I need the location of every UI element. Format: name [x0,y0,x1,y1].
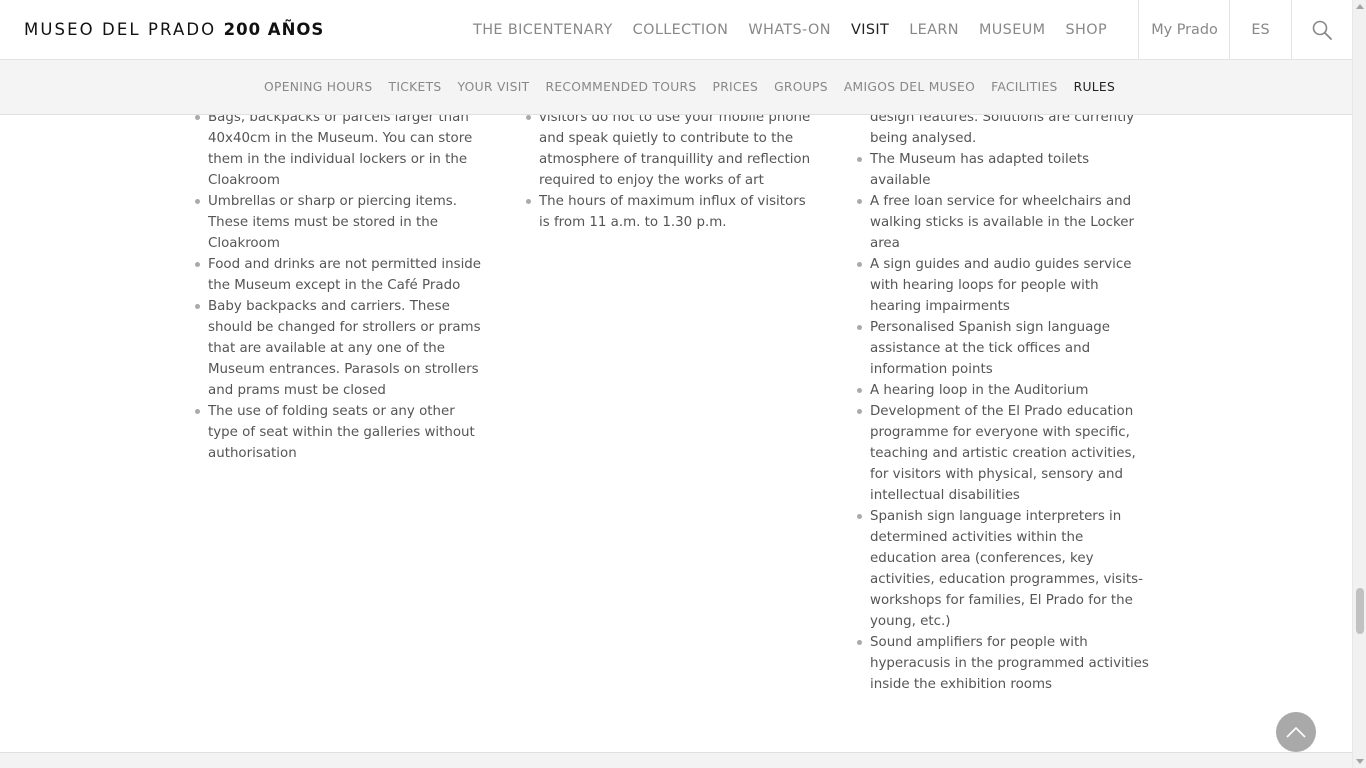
scroll-down-arrow-icon[interactable] [1356,759,1364,764]
nav-item-collection[interactable]: COLLECTION [633,22,729,38]
subnav-item-opening-hours[interactable]: OPENING HOURS [264,80,373,94]
search-button[interactable] [1291,0,1352,60]
accessibility-list: make adaptation difficult due to their d… [857,86,1152,695]
subnav-item-your-visit[interactable]: YOUR VISIT [458,80,530,94]
nav-item-visit[interactable]: VISIT [851,22,889,38]
scroll-up-arrow-icon[interactable] [1356,4,1364,9]
language-selector[interactable]: ES [1229,0,1291,60]
recommendations-column: visitors do not to use your mobile phone… [526,107,816,233]
list-item: A hearing loop in the Auditorium [857,380,1152,401]
chevron-up-icon [1286,726,1306,738]
list-item: Personalised Spanish sign language assis… [857,317,1152,380]
nav-item-whats-on[interactable]: WHATS-ON [748,22,831,38]
list-item: A free loan service for wheelchairs and … [857,191,1152,254]
subnav-item-prices[interactable]: PRICES [713,80,759,94]
list-item: visitors do not to use your mobile phone… [526,107,816,191]
list-item: The hours of maximum influx of visitors … [526,191,816,233]
list-item: Food and drinks are not permitted inside… [195,254,485,296]
recommendations-list: visitors do not to use your mobile phone… [526,107,816,233]
my-prado-link[interactable]: My Prado [1138,0,1230,60]
visit-subnav: OPENING HOURS TICKETS YOUR VISIT RECOMME… [0,60,1352,115]
accessibility-column: make adaptation difficult due to their d… [857,86,1152,695]
list-item: The Museum has adapted toilets available [857,149,1152,191]
nav-item-shop[interactable]: SHOP [1065,22,1107,38]
restricted-items-column: Bags, backpacks or parcels larger than 4… [195,107,485,464]
list-item: A sign guides and audio guides service w… [857,254,1152,317]
logo-text: MUSEO DEL PRADO [24,20,217,39]
site-logo[interactable]: MUSEO DEL PRADO 200 AÑOS [24,20,324,39]
main-nav: THE BICENTENARY COLLECTION WHATS-ON VISI… [473,0,1127,60]
subnav-item-tickets[interactable]: TICKETS [389,80,442,94]
list-item: Spanish sign language interpreters in de… [857,506,1152,632]
list-item: The use of folding seats or any other ty… [195,401,485,464]
nav-item-learn[interactable]: LEARN [909,22,959,38]
site-header: MUSEO DEL PRADO 200 AÑOS THE BICENTENARY… [0,0,1352,60]
back-to-top-button[interactable] [1276,712,1316,752]
footer-edge [0,752,1352,768]
subnav-item-facilities[interactable]: FACILITIES [991,80,1058,94]
scrollbar-thumb[interactable] [1356,588,1364,634]
list-item: Baby backpacks and carriers. These shoul… [195,296,485,401]
subnav-item-amigos[interactable]: AMIGOS DEL MUSEO [844,80,975,94]
list-item: Bags, backpacks or parcels larger than 4… [195,107,485,191]
page-scrollbar[interactable] [1352,0,1366,768]
list-item: Umbrellas or sharp or piercing items. Th… [195,191,485,254]
subnav-item-rules[interactable]: RULES [1074,80,1115,94]
subnav-item-recommended-tours[interactable]: RECOMMENDED TOURS [545,80,696,94]
list-item: Sound amplifiers for people with hyperac… [857,632,1152,695]
nav-item-bicentenary[interactable]: THE BICENTENARY [473,22,613,38]
nav-item-museum[interactable]: MUSEUM [979,22,1046,38]
logo-bold-text: 200 AÑOS [223,20,325,39]
list-item: Development of the El Prado education pr… [857,401,1152,506]
restricted-items-list: Bags, backpacks or parcels larger than 4… [195,107,485,464]
subnav-item-groups[interactable]: GROUPS [774,80,828,94]
search-icon [1312,20,1332,40]
